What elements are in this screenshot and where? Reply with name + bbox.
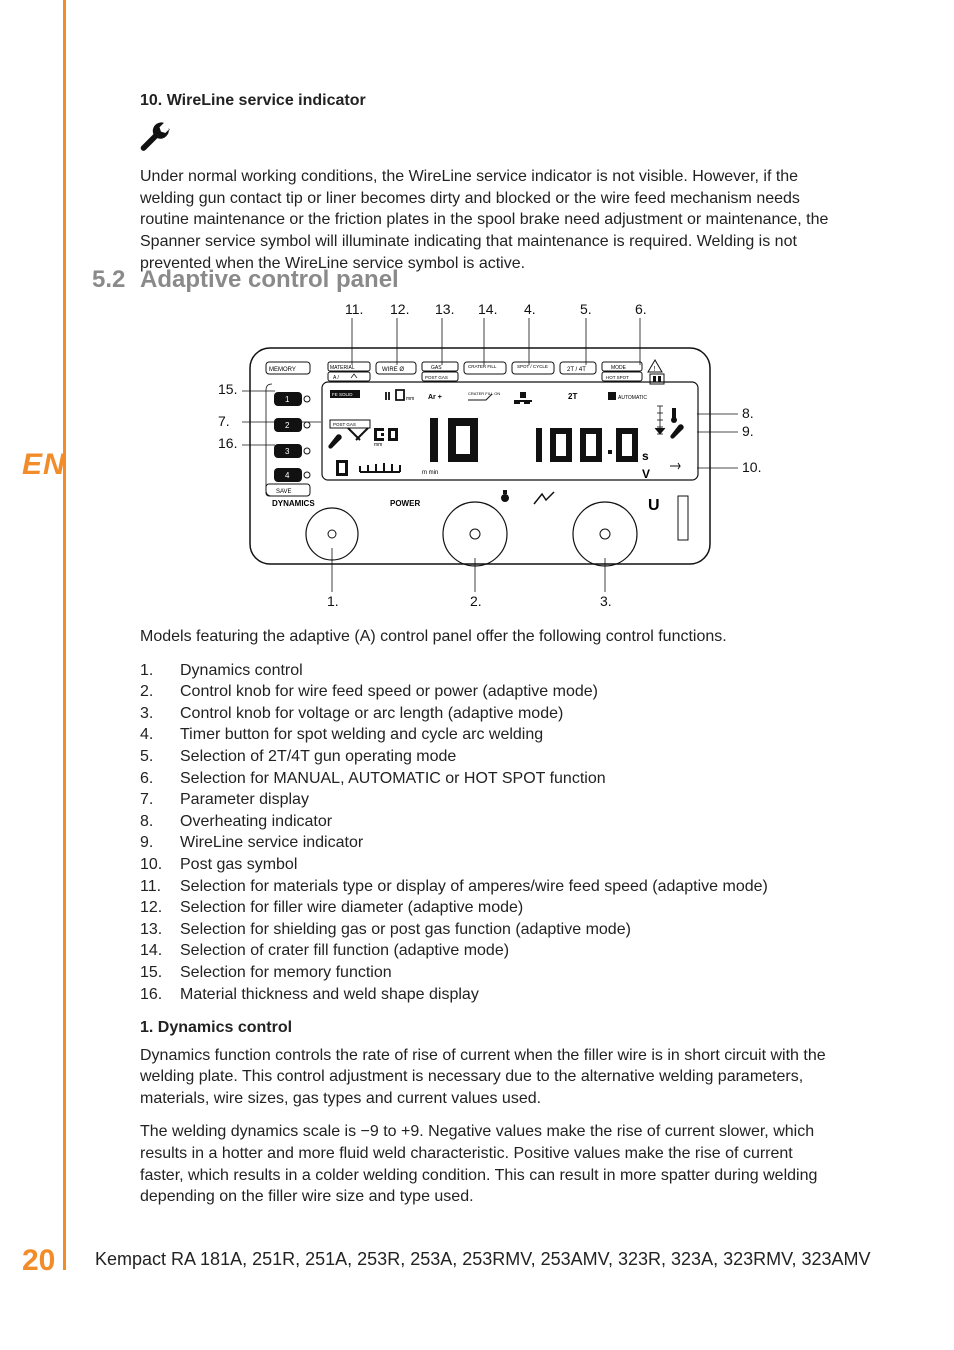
svg-text:2T / 4T: 2T / 4T bbox=[567, 367, 586, 373]
svg-text:POWER: POWER bbox=[390, 499, 420, 508]
svg-text:14.: 14. bbox=[478, 301, 497, 317]
svg-text:4: 4 bbox=[285, 471, 290, 480]
svg-text:1.: 1. bbox=[327, 593, 339, 609]
language-tag: EN bbox=[22, 445, 66, 486]
svg-text:15.: 15. bbox=[218, 381, 237, 397]
svg-text:Ar +: Ar + bbox=[428, 394, 442, 401]
svg-text:8.: 8. bbox=[742, 405, 754, 421]
svg-text:2: 2 bbox=[285, 421, 290, 430]
svg-text:9.: 9. bbox=[742, 423, 754, 439]
svg-text:SAVE: SAVE bbox=[276, 489, 292, 495]
section-heading: 5.2 Adaptive control panel bbox=[92, 264, 399, 296]
svg-text:MATERIAL: MATERIAL bbox=[330, 365, 355, 371]
footer-models: Kempact RA 181A, 251R, 251A, 253R, 253A,… bbox=[95, 1247, 871, 1271]
dynamics-p1: Dynamics function controls the rate of r… bbox=[140, 1045, 840, 1110]
svg-text:GAS: GAS bbox=[431, 365, 442, 371]
svg-text:16.: 16. bbox=[218, 435, 237, 451]
svg-text:5.: 5. bbox=[580, 301, 592, 317]
svg-text:2.: 2. bbox=[470, 593, 482, 609]
svg-text:3: 3 bbox=[285, 447, 290, 456]
svg-text:SPOT / CYCLE: SPOT / CYCLE bbox=[517, 364, 548, 369]
svg-text:mm: mm bbox=[374, 442, 382, 448]
svg-text:4.: 4. bbox=[524, 301, 536, 317]
svg-text:WIRE Ø: WIRE Ø bbox=[382, 367, 404, 373]
svg-text:FE SOLID: FE SOLID bbox=[332, 392, 353, 397]
svg-text:10.: 10. bbox=[742, 459, 761, 475]
section-number: 5.2 bbox=[92, 264, 140, 296]
item10-body: Under normal working conditions, the Wir… bbox=[140, 166, 840, 274]
svg-text:2T: 2T bbox=[568, 392, 577, 401]
svg-text:6.: 6. bbox=[635, 301, 647, 317]
wrench-icon bbox=[138, 120, 172, 154]
svg-text:CRATER FILL ON: CRATER FILL ON bbox=[468, 391, 500, 396]
section-body: 10. WireLine service indicator Under nor… bbox=[140, 90, 840, 286]
control-list: 1.Dynamics control 2.Control knob for wi… bbox=[140, 660, 840, 1006]
dynamics-heading: 1. Dynamics control bbox=[140, 1017, 840, 1039]
svg-text:AUTOMATIC: AUTOMATIC bbox=[618, 395, 647, 401]
side-rule bbox=[63, 0, 66, 1270]
svg-text:POST GAS: POST GAS bbox=[425, 375, 448, 380]
svg-text:12.: 12. bbox=[390, 301, 409, 317]
svg-text:MODE: MODE bbox=[611, 365, 627, 371]
item10-heading: 10. WireLine service indicator bbox=[140, 90, 840, 112]
section-title: Adaptive control panel bbox=[140, 264, 399, 296]
svg-text:7.: 7. bbox=[218, 413, 230, 429]
svg-text:POST GAS: POST GAS bbox=[333, 422, 356, 427]
svg-text:!: ! bbox=[654, 366, 656, 373]
svg-text:V: V bbox=[642, 467, 650, 481]
svg-text:11.: 11. bbox=[345, 301, 363, 317]
section-intro: Models featuring the adaptive (A) contro… bbox=[140, 626, 840, 648]
svg-text:3.: 3. bbox=[600, 593, 612, 609]
svg-text:13.: 13. bbox=[435, 301, 454, 317]
svg-text:DYNAMICS: DYNAMICS bbox=[272, 499, 315, 508]
svg-text:MEMORY: MEMORY bbox=[269, 367, 296, 373]
svg-text:U: U bbox=[648, 497, 660, 514]
svg-text:s: s bbox=[642, 449, 649, 463]
svg-text:mm: mm bbox=[406, 396, 414, 402]
control-panel-figure: 11. 12. 13. 14. 4. 5. 6. 15. 7. 16. bbox=[200, 300, 780, 610]
svg-text:m min: m min bbox=[422, 470, 438, 476]
svg-text:HOT SPOT: HOT SPOT bbox=[606, 375, 629, 380]
svg-text:1: 1 bbox=[285, 395, 290, 404]
section-content: 11. 12. 13. 14. 4. 5. 6. 15. 7. 16. bbox=[140, 296, 840, 1220]
dynamics-p2: The welding dynamics scale is −9 to +9. … bbox=[140, 1121, 840, 1207]
svg-text:CRATER FILL: CRATER FILL bbox=[468, 364, 497, 369]
page-number: 20 bbox=[22, 1241, 55, 1282]
svg-text:A /: A / bbox=[333, 375, 339, 381]
